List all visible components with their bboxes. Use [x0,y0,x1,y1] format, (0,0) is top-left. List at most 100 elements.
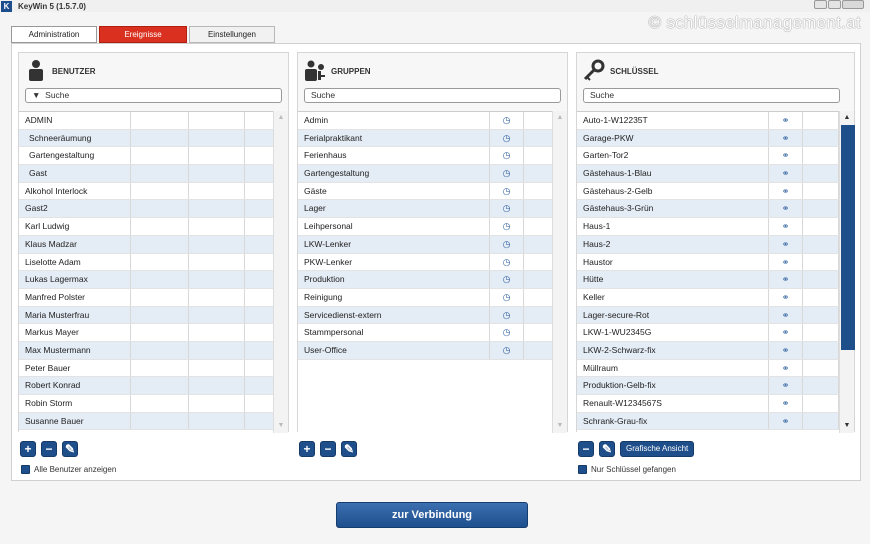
gruppe-row[interactable]: Ferienhaus ◷ [298,147,554,166]
benutzer-row[interactable]: Gartengestaltung [19,147,275,166]
gruppe-row[interactable]: Stammpersonal ◷ [298,324,554,342]
tab-ereignisse[interactable]: Ereignisse [99,26,187,43]
remove-key-button[interactable]: − [578,441,594,457]
benutzer-row[interactable]: Schneeräumung [19,129,275,148]
key-row[interactable]: Gästehaus-3-Grün ⚭ [577,200,839,219]
edit-group-button[interactable]: ✎ [341,441,357,457]
benutzer-row[interactable]: Robert Konrad [19,377,275,395]
edit-key-button[interactable]: ✎ [599,441,615,457]
tab-einstellungen[interactable]: Einstellungen [189,26,275,43]
scroll-down-arrow[interactable]: ▼ [553,419,567,433]
benutzer-row[interactable]: Susanne Bauer [19,412,275,431]
scroll-up-arrow[interactable]: ▲ [840,111,854,125]
checkbox-box[interactable] [21,465,30,474]
group-name: Admin [298,112,490,129]
key-row[interactable]: Schrank-Grau-fix ⚭ [577,412,839,431]
benutzer-row[interactable]: Klaus Madzar [19,235,275,254]
gruppe-row[interactable]: User-Office ◷ [298,341,554,360]
gruppe-row[interactable]: Gäste ◷ [298,182,554,201]
key-icon: ⚭ [769,253,803,271]
gruppe-row[interactable]: Lager ◷ [298,200,554,219]
scroll-up-arrow[interactable]: ▲ [274,111,288,125]
scroll-down-arrow[interactable]: ▼ [274,419,288,433]
scroll-up-arrow[interactable]: ▲ [553,111,567,125]
benutzer-row[interactable]: ADMIN [19,112,275,130]
schluessel-scrollbar[interactable]: ▲ ▼ [839,111,855,433]
key-row[interactable]: Hütte ⚭ [577,271,839,289]
key-name: LKW-1-WU2345G [577,324,769,341]
edit-user-button[interactable]: ✎ [62,441,78,457]
minimize-button[interactable] [814,0,827,9]
gruppe-row[interactable]: Admin ◷ [298,112,554,130]
gruppe-row[interactable]: Leihpersonal ◷ [298,218,554,236]
key-row[interactable]: Produktion-Gelb-fix ⚭ [577,377,839,395]
key-row[interactable]: Gästehaus-2-Gelb ⚭ [577,182,839,201]
user-cell [131,147,189,165]
key-icon: ⚭ [769,182,803,200]
user-name: Gast2 [19,200,131,218]
benutzer-row[interactable]: Karl Ludwig [19,218,275,236]
schluessel-search-input[interactable]: Suche [583,88,840,103]
key-row[interactable]: Garage-PKW ⚭ [577,129,839,148]
benutzer-row[interactable]: Maria Musterfrau [19,306,275,325]
benutzer-scrollbar[interactable]: ▲ ▼ [273,111,288,433]
group-name: LKW-Lenker [298,235,490,253]
benutzer-row[interactable]: Peter Bauer [19,359,275,378]
benutzer-search-input[interactable]: ▼ Suche [25,88,282,103]
benutzer-row[interactable]: Manfred Polster [19,288,275,307]
tab-administration[interactable]: Administration [11,26,97,43]
key-row[interactable]: Müllraum ⚭ [577,359,839,378]
user-cell [245,377,275,394]
key-name: Garten-Tor2 [577,147,769,165]
key-row[interactable]: Haustor ⚭ [577,253,839,272]
add-group-button[interactable]: + [299,441,315,457]
remove-user-button[interactable]: − [41,441,57,457]
clock-icon: ◷ [490,147,524,165]
grafische-ansicht-button[interactable]: Grafische Ansicht [620,441,695,457]
key-row[interactable]: Haus-2 ⚭ [577,235,839,254]
checkbox-box[interactable] [578,465,587,474]
schluessel-title: SCHLÜSSEL [610,67,659,76]
key-row[interactable]: Garten-Tor2 ⚭ [577,147,839,166]
gruppe-row[interactable]: PKW-Lenker ◷ [298,253,554,272]
gruppe-row[interactable]: LKW-Lenker ◷ [298,235,554,254]
scroll-down-arrow[interactable]: ▼ [840,419,854,433]
gruppe-row[interactable]: Reinigung ◷ [298,288,554,307]
scroll-thumb[interactable] [841,125,855,350]
benutzer-row[interactable]: Gast2 [19,200,275,219]
alle-benutzer-checkbox[interactable]: Alle Benutzer anzeigen [21,465,116,474]
add-user-button[interactable]: + [20,441,36,457]
group-cell [524,235,554,253]
benutzer-row[interactable]: Lukas Lagermax [19,271,275,289]
remove-group-button[interactable]: − [320,441,336,457]
nur-schluessel-checkbox[interactable]: Nur Schlüssel gefangen [578,465,676,474]
key-row[interactable]: LKW-1-WU2345G ⚭ [577,324,839,342]
group-name: PKW-Lenker [298,253,490,271]
key-row[interactable]: Auto-1-W12235T ⚭ [577,112,839,130]
gruppe-row[interactable]: Ferialpraktikant ◷ [298,129,554,148]
maximize-button[interactable] [828,0,841,9]
close-button[interactable] [842,0,864,9]
connect-button[interactable]: zur Verbindung [336,502,528,528]
benutzer-row[interactable]: Gast [19,165,275,183]
key-row[interactable]: Lager-secure-Rot ⚭ [577,306,839,325]
user-cell [245,324,275,341]
key-row[interactable]: LKW-2-Schwarz-fix ⚭ [577,341,839,360]
key-row[interactable]: Renault-W1234567S ⚭ [577,395,839,413]
benutzer-row[interactable]: Robin Storm [19,395,275,413]
gruppe-row[interactable]: Gartengestaltung ◷ [298,165,554,183]
key-row[interactable]: Keller ⚭ [577,288,839,307]
gruppen-search-input[interactable]: Suche [304,88,561,103]
gruppe-row[interactable]: Servicedienst-extern ◷ [298,306,554,325]
benutzer-row[interactable]: Liselotte Adam [19,253,275,272]
filter-dropdown-icon[interactable]: ▼ [32,90,40,100]
benutzer-row[interactable]: Alkohol Interlock [19,182,275,201]
user-cell [245,182,275,200]
benutzer-row[interactable]: Max Mustermann [19,341,275,360]
gruppe-row[interactable]: Produktion ◷ [298,271,554,289]
gruppen-scrollbar[interactable]: ▲ ▼ [552,111,567,433]
key-row[interactable]: Gästehaus-1-Blau ⚭ [577,165,839,183]
key-row[interactable]: Haus-1 ⚭ [577,218,839,236]
key-cell [803,218,839,235]
benutzer-row[interactable]: Markus Mayer [19,324,275,342]
